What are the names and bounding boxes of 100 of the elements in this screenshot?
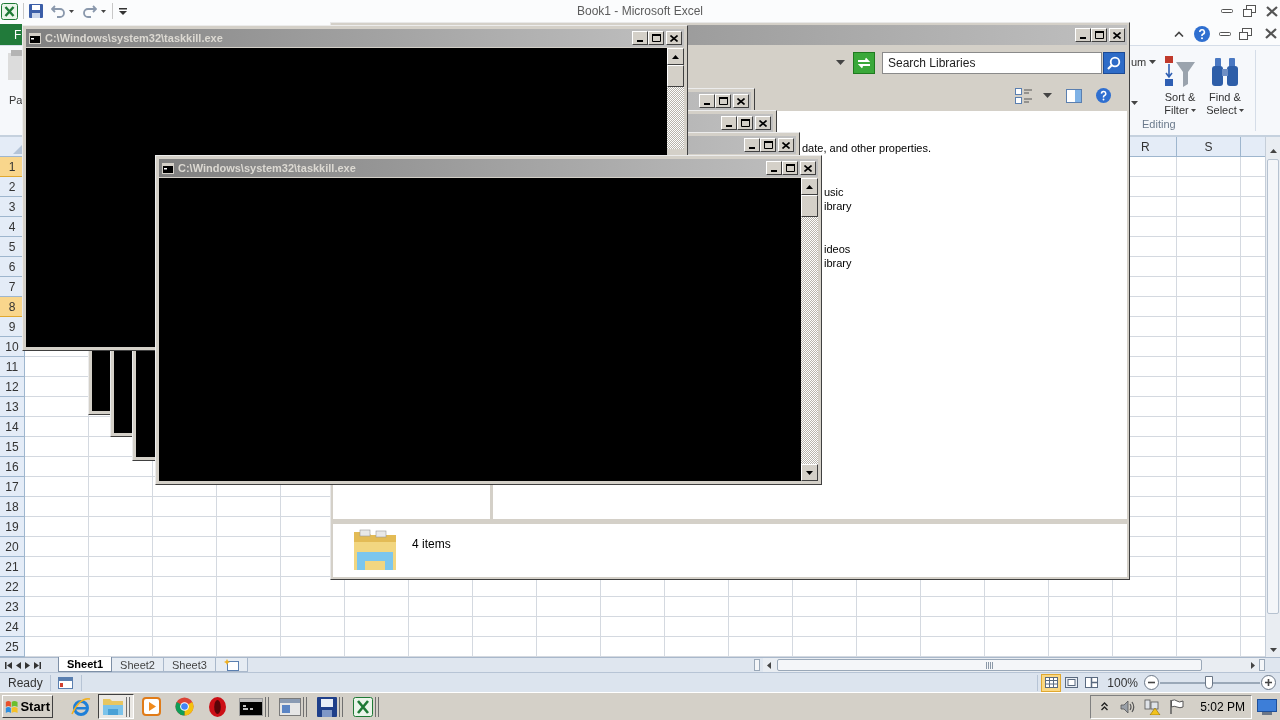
row-header[interactable]: 7	[0, 277, 24, 297]
monitor-icon[interactable]	[1257, 698, 1277, 715]
library-name[interactable]: ideos	[824, 242, 1127, 256]
skip-start-icon[interactable]	[5, 661, 12, 669]
row-header[interactable]: 20	[0, 537, 24, 557]
sheet-tab[interactable]: Sheet1	[58, 657, 113, 672]
close-icon[interactable]	[1266, 5, 1278, 17]
caret-left-icon[interactable]	[16, 661, 21, 669]
speaker-icon[interactable]	[1120, 699, 1137, 714]
row-header[interactable]: 21	[0, 557, 24, 577]
column-header[interactable]: S	[1177, 137, 1241, 157]
maximize-button[interactable]	[648, 31, 664, 45]
row-header[interactable]: 8	[0, 297, 24, 317]
row-header[interactable]: 22	[0, 577, 24, 597]
close-icon[interactable]	[1265, 28, 1277, 39]
row-header[interactable]: 23	[0, 597, 24, 617]
maximize-button[interactable]	[782, 161, 798, 175]
close-button[interactable]	[778, 138, 794, 152]
vertical-scrollbar[interactable]	[1265, 157, 1280, 657]
split-handle[interactable]	[1259, 659, 1265, 671]
row-header[interactable]: 4	[0, 217, 24, 237]
macro-record-icon[interactable]	[58, 676, 73, 689]
find-select-button[interactable]: Find & Select	[1200, 46, 1250, 117]
row-header[interactable]: 15	[0, 437, 24, 457]
sheet-tab[interactable]: Sheet3	[163, 658, 216, 672]
scroll-thumb[interactable]	[1267, 159, 1279, 614]
close-button[interactable]	[666, 31, 682, 45]
minimize-button[interactable]	[721, 116, 737, 130]
autosum-button[interactable]: um	[1131, 54, 1160, 70]
row-header[interactable]: 18	[0, 497, 24, 517]
row-header[interactable]: 11	[0, 357, 24, 377]
help-icon[interactable]	[1096, 88, 1111, 103]
maximize-button[interactable]	[760, 138, 776, 152]
row-header[interactable]: 12	[0, 377, 24, 397]
caret-down-icon[interactable]	[101, 9, 106, 13]
split-handle[interactable]	[754, 659, 760, 671]
row-header[interactable]: 13	[0, 397, 24, 417]
file-tab[interactable]: F	[0, 24, 22, 45]
restore-icon[interactable]	[1239, 27, 1252, 40]
start-button[interactable]: Start	[2, 695, 53, 718]
minimize-icon[interactable]	[1219, 31, 1231, 36]
preview-pane-icon[interactable]	[1066, 88, 1082, 103]
zoom-slider-thumb[interactable]	[1205, 675, 1213, 689]
insert-sheet-button[interactable]	[215, 658, 248, 672]
row-header[interactable]: 2	[0, 177, 24, 197]
minimize-button[interactable]	[699, 94, 715, 108]
caret-down-icon[interactable]	[69, 9, 74, 13]
close-button[interactable]	[1109, 28, 1125, 42]
scroll-down-button[interactable]	[801, 464, 818, 481]
minimize-button[interactable]	[766, 161, 782, 175]
close-button[interactable]	[800, 161, 816, 175]
search-field[interactable]: Search Libraries	[882, 51, 1102, 74]
zoom-level[interactable]: 100%	[1107, 673, 1138, 692]
flag-icon[interactable]	[1169, 699, 1185, 714]
spreadsheet-logo-icon[interactable]	[1, 2, 18, 20]
skip-end-icon[interactable]	[34, 661, 41, 669]
view-button[interactable]	[1041, 673, 1062, 692]
taskbar-button[interactable]	[98, 694, 134, 719]
clipboard-icon[interactable]	[8, 50, 22, 80]
search-button[interactable]	[1103, 51, 1125, 74]
maximize-button[interactable]	[715, 94, 731, 108]
caret-down-icon[interactable]	[836, 60, 845, 65]
maximize-button[interactable]	[737, 116, 753, 130]
row-header[interactable]: 10	[0, 337, 24, 357]
save-icon[interactable]	[29, 4, 43, 18]
minimize-button[interactable]	[744, 138, 760, 152]
close-button[interactable]	[733, 94, 749, 108]
caret-down-icon[interactable]	[1131, 101, 1138, 105]
minimize-icon[interactable]	[1221, 9, 1233, 13]
customize-menu-icon[interactable]	[119, 7, 127, 15]
chevron-up-icon[interactable]	[1174, 30, 1184, 37]
zoom-in-icon[interactable]	[1261, 675, 1276, 690]
close-button[interactable]	[755, 116, 771, 130]
minimize-button[interactable]	[1075, 28, 1091, 42]
minimize-button[interactable]	[632, 31, 648, 45]
row-header[interactable]: 19	[0, 517, 24, 537]
row-header[interactable]: 3	[0, 197, 24, 217]
row-header[interactable]: 6	[0, 257, 24, 277]
clock[interactable]: 5:02 PM	[1200, 697, 1245, 716]
network-warning-icon[interactable]	[1144, 698, 1162, 715]
caret-right-icon[interactable]	[25, 661, 30, 669]
refresh-button[interactable]	[853, 51, 875, 74]
restore-icon[interactable]	[1243, 5, 1256, 17]
row-header[interactable]: 25	[0, 637, 24, 657]
help-icon[interactable]	[1194, 25, 1210, 42]
library-name[interactable]: usic	[824, 185, 1127, 199]
row-header[interactable]: 1	[0, 157, 24, 177]
row-header[interactable]: 16	[0, 457, 24, 477]
horizontal-scrollbar[interactable]	[763, 658, 1265, 672]
zoom-out-icon[interactable]	[1144, 675, 1159, 690]
view-options-icon[interactable]	[1015, 87, 1033, 104]
row-header[interactable]: 9	[0, 317, 24, 337]
scroll-up-button[interactable]	[1265, 137, 1280, 157]
sort-filter-button[interactable]: Sort & Filter	[1160, 46, 1200, 117]
row-header[interactable]: 14	[0, 417, 24, 437]
chevron-up-icon[interactable]	[1101, 702, 1109, 711]
maximize-button[interactable]	[1091, 28, 1107, 42]
row-header[interactable]: 24	[0, 617, 24, 637]
column-header[interactable]: R	[1130, 137, 1177, 157]
scroll-thumb[interactable]	[777, 659, 1202, 671]
